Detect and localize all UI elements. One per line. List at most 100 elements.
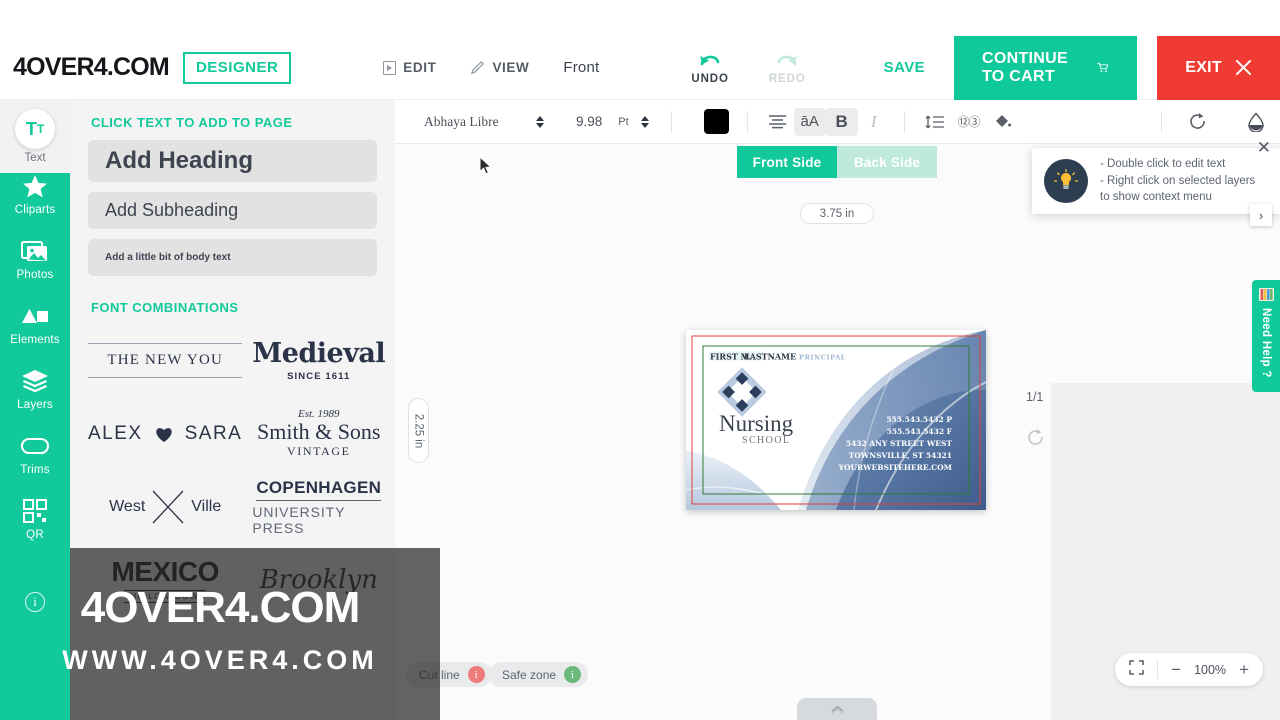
text-color-swatch[interactable] [703,109,729,134]
sidebar-item-elements[interactable]: Elements [0,303,70,346]
nav-front[interactable]: Front [563,59,599,76]
zoom-in-button[interactable]: + [1239,660,1249,680]
mouse-cursor [479,156,492,175]
cut-line-label: Cut line [419,667,460,682]
redo-button[interactable]: REDO [769,51,806,85]
font-size-input[interactable]: 9.98 [576,114,602,129]
align-icon[interactable] [762,108,794,136]
x-cross-icon [152,490,184,523]
card-artwork: FIRST M. LASTNAME + PRINCIPAL Nursing SC… [686,330,986,510]
edit-panel-icon [383,60,397,75]
combo-subline: THE LOW-DOWN [124,590,207,603]
close-icon [1235,59,1252,76]
line-height-icon[interactable] [919,108,951,136]
font-combo-brooklyn[interactable]: Brooklyn [252,546,385,613]
sidebar-item-cliparts[interactable]: Cliparts [0,173,70,216]
add-heading-button[interactable]: Add Heading [88,140,377,182]
font-combo-mexico[interactable]: MEXICO THE LOW-DOWN [88,546,242,613]
sidebar-item-qr[interactable]: QR [0,498,70,541]
bottom-collapse-handle[interactable] [797,698,877,720]
fill-bucket-icon[interactable] [987,108,1019,136]
sidebar-label-elements: Elements [10,334,60,346]
font-combo-the-new-you[interactable]: THE NEW YOU [88,327,243,394]
fit-screen-icon[interactable] [1129,659,1144,680]
font-family-select[interactable]: Abhaya Libre [424,114,524,130]
format-toolbar: Abhaya Libre 9.98 Pt āA B I ⑫③ [395,100,1280,144]
info-icon[interactable]: i [25,592,45,612]
nav-front-label: Front [563,59,600,76]
safe-zone-legend[interactable]: Safe zone i [489,662,589,687]
svg-text:555.543.5432 P: 555.543.5432 P [886,415,952,424]
qr-code-icon [23,498,47,524]
side-tabs: Front Side Back Side [737,146,937,178]
tab-back-side[interactable]: Back Side [837,146,937,178]
add-subheading-button[interactable]: Add Subheading [88,192,377,229]
undo-label: UNDO [691,72,729,85]
save-button[interactable]: SAVE [884,59,925,76]
tip-text: - Double click to edit text - Right clic… [1100,156,1255,206]
opacity-icon[interactable] [1240,108,1272,136]
photos-icon [21,238,49,264]
combo-line: THE NEW YOU [88,343,243,378]
need-help-tab[interactable]: Need Help ? [1252,280,1280,392]
page-indicator: 1/1 [1026,390,1044,404]
tip-line-3: to show context menu [1100,191,1212,204]
elements-icon [21,303,49,329]
text-case-icon[interactable]: āA [793,107,826,136]
nav-view[interactable]: VIEW [470,60,529,75]
zoom-out-button[interactable]: − [1171,660,1181,680]
exit-button[interactable]: EXIT [1157,35,1280,100]
cart-label: CONTINUE TO CART [982,49,1068,85]
toolbar-divider [670,110,672,133]
font-combo-copenhagen[interactable]: COPENHAGEN UNIVERSITY PRESS [252,473,385,540]
italic-icon[interactable]: I [858,108,890,136]
heart-icon [155,427,172,442]
sidebar-label-layers: Layers [17,399,53,411]
sidebar-label-text: Text [24,152,46,164]
tip-popup: - Double click to edit text - Right clic… [1032,138,1280,226]
rotate-icon[interactable] [1182,108,1214,136]
number-list-icon[interactable]: ⑫③ [951,108,987,136]
rotate-cw-icon[interactable] [1026,428,1045,452]
tip-line-1: - Double click to edit text [1100,157,1226,170]
sidebar-item-layers[interactable]: Layers [0,368,70,411]
business-card-preview[interactable]: FIRST M. LASTNAME + PRINCIPAL Nursing SC… [686,330,986,510]
combo-line: Smith & Sons [257,418,381,444]
combo-line: Brooklyn [259,564,378,595]
combo-line: Medieval [252,337,386,369]
top-nav: EDIT VIEW Front [383,59,599,76]
font-combo-alex-sara[interactable]: ALEX SARA [88,400,242,467]
undo-button[interactable]: UNDO [691,51,728,85]
combo-subline: Ville [191,497,222,515]
safe-zone-label: Safe zone [502,667,557,682]
cut-line-legend[interactable]: Cut line i [406,662,492,687]
cart-icon [1097,62,1109,72]
font-size-stepper[interactable] [640,115,649,128]
redo-label: REDO [768,72,806,85]
font-combo-smith-sons[interactable]: Est. 1989 Smith & Sons VINTAGE [252,400,385,467]
brand-logo[interactable]: 4OVER4.COM DESIGNER [0,51,292,84]
toolbar-divider [1160,110,1162,133]
continue-to-cart-button[interactable]: CONTINUE TO CART [954,35,1138,100]
bold-icon[interactable]: B [825,107,858,136]
svg-text:YOURWEBSITEHERE.COM: YOURWEBSITEHERE.COM [838,463,952,472]
redo-arrow-icon [777,55,798,65]
font-combo-medieval[interactable]: Medieval SINCE 1611 [252,327,385,394]
add-body-text-button[interactable]: Add a little bit of body text [88,239,377,276]
svg-text:TOWNSVILLE, ST 54321: TOWNSVILLE, ST 54321 [849,451,952,460]
combo-subline: SINCE 1611 [287,370,351,382]
svg-text:PRINCIPAL: PRINCIPAL [799,354,846,362]
tab-front-side[interactable]: Front Side [737,146,837,178]
sidebar-label-photos: Photos [16,269,54,281]
nav-edit[interactable]: EDIT [383,60,436,75]
tip-close-icon[interactable]: ✕ [1257,138,1271,158]
tip-next-button[interactable]: › [1250,204,1272,226]
sidebar-item-photos[interactable]: Photos [0,238,70,281]
sidebar-item-text[interactable]: TT Text [0,100,70,173]
font-combo-west-ville[interactable]: West Ville [88,473,242,540]
sidebar-item-trims[interactable]: Trims [0,433,70,476]
rounded-rect-icon [20,433,50,459]
font-family-stepper[interactable] [536,115,544,128]
designer-app: 4OVER4.COM DESIGNER EDIT VIEW Front UNDO… [0,0,1280,720]
svg-text:SCHOOL: SCHOOL [742,435,790,446]
